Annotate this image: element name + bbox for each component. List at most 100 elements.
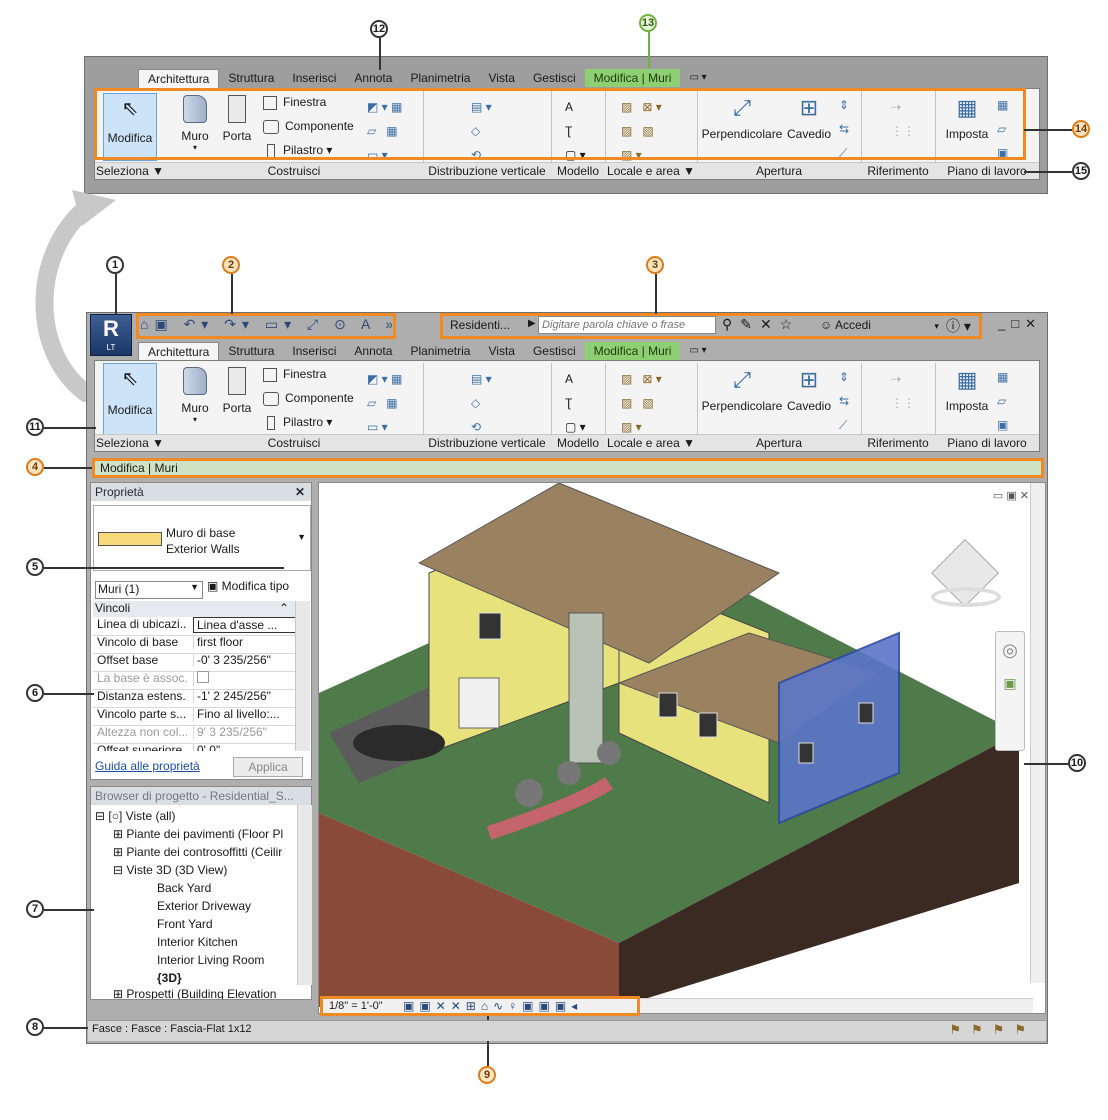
stair-tools[interactable]: ▤ ▾ ◇ ⟲ [471,367,492,439]
opening-tools[interactable]: ⇕ ⇆ ⟋ [839,365,849,437]
room-tools[interactable]: ▨ ⊠ ▾ ▨ ▧ ▨ ▾ [621,367,662,439]
tree-item[interactable]: Interior Kitchen [157,935,238,949]
wall-swatch-icon [98,532,162,546]
prop-row[interactable]: Vincolo di base first floor [93,635,295,654]
panel-locale[interactable]: Locale e area ▼ [605,434,697,451]
perpendicolare-button[interactable]: ⤢ Perpendicolare [701,367,783,413]
prop-row[interactable]: Linea di ubicazi... Linea d'asse ... [93,617,295,636]
roof-tools[interactable]: ◩ ▾ ▦ ▱ ▦ ▭ ▾ [367,367,402,439]
maximize-button[interactable]: □ [1011,316,1025,331]
tree-item[interactable]: ⊟ [○] Viste (all) [95,809,175,823]
tab-architettura[interactable]: Architettura [138,341,220,361]
navigation-bar[interactable]: ◎ ▣ [995,631,1025,751]
tab-inserisci[interactable]: Inserisci [283,69,345,87]
finestra-button[interactable]: Finestra [263,367,326,382]
tab-modifica-muri[interactable]: Modifica | Muri [584,342,681,360]
group-vincoli-label: Vincoli [95,601,131,615]
tab-planimetria[interactable]: Planimetria [401,69,479,87]
prop-row[interactable]: Distanza estens... -1' 2 245/256" [93,689,295,708]
view-control-icons[interactable]: ▣▣✕✕⊞⌂∿♀▣▣▣◂ [403,999,582,1013]
window-controls[interactable]: _□✕ [998,316,1042,332]
prop-row[interactable]: Vincolo parte s... Fino al livello:... [93,707,295,726]
close-button[interactable]: ✕ [1025,316,1042,331]
viewcube-icon[interactable] [931,539,1001,613]
minimize-button[interactable]: _ [998,316,1011,331]
prop-value[interactable]: 0' 0" [193,743,295,751]
properties-pane: Proprietà ✕ Muro di base Exterior Walls ▼… [90,482,312,780]
tree-item[interactable]: ⊞ Piante dei controsoffitti (Ceilir [113,845,282,859]
tree-item[interactable]: ⊞ Prospetti (Building Elevation [113,987,276,999]
porta-button[interactable]: Porta [219,367,255,415]
drawing-area[interactable]: ▭ ▣ ✕ ◎ ▣ [318,482,1046,1014]
vertical-scrollbar[interactable] [1030,483,1045,983]
panel-costruisci: Costruisci [165,434,423,451]
type-selector[interactable]: Muro di base Exterior Walls ▼ [93,505,311,571]
tab-annota[interactable]: Annota [345,69,401,87]
column-icon [267,415,275,430]
tree-item-selected[interactable]: {3D} [157,971,182,985]
prop-value[interactable]: Linea d'asse ... [193,617,295,633]
componente-button[interactable]: Componente [263,391,354,406]
callout-8-leader [44,1027,88,1029]
instance-selector[interactable]: Muri (1) ▼ [95,581,203,599]
edit-type-button[interactable]: ▣ Modifica tipo [207,579,289,593]
prop-value[interactable]: first floor [193,635,295,649]
tree-item[interactable]: ⊞ Piante dei pavimenti (Floor Pl [113,827,283,841]
muro-button[interactable]: Muro ▾ [175,367,215,424]
app-menu-button[interactable]: R LT [90,314,132,356]
prop-value[interactable]: -0' 3 235/256" [193,653,295,667]
tab-inserisci[interactable]: Inserisci [283,342,345,360]
tab-planimetria[interactable]: Planimetria [401,342,479,360]
apply-button[interactable]: Applica [233,757,303,777]
properties-scrollbar[interactable] [295,601,310,751]
panel-seleziona[interactable]: Seleziona ▼ [95,434,165,451]
prop-key: Distanza estens... [97,689,187,703]
callout-13-leader [648,32,650,68]
browser-scrollbar[interactable] [297,805,312,985]
tab-annota[interactable]: Annota [345,342,401,360]
horizontal-scrollbar[interactable] [639,998,1033,1013]
reference-tools[interactable]: ⇢ ⋮⋮ [891,367,915,415]
tab-gestisci[interactable]: Gestisci [524,69,585,87]
tab-vista[interactable]: Vista [479,342,523,360]
prop-row: La base è assoc... [93,671,295,690]
view-scale[interactable]: 1/8" = 1'-0" [329,999,383,1013]
workplane-tools[interactable]: ▦ ▱ ▣ [997,365,1008,437]
panel-seleziona-top[interactable]: Seleziona ▼ [95,162,165,179]
steering-wheel-icon[interactable]: ◎ [996,640,1024,661]
tab-architettura[interactable]: Architettura [138,68,220,88]
prop-value[interactable]: Fino al livello:... [193,707,295,721]
tree-item[interactable]: Back Yard [157,881,211,895]
prop-row[interactable]: Offset base -0' 3 235/256" [93,653,295,672]
tree-item[interactable]: Front Yard [157,917,213,931]
selection-filter-icons[interactable]: ⚑⚑⚑⚑ [949,1022,1036,1038]
callout-15: 15 [1072,162,1090,180]
close-icon[interactable]: ✕ [295,483,305,501]
ribbon-minimize-button[interactable]: ▭ ▾ [680,69,715,87]
panel-distribuzione-top: Distribuzione verticale [423,162,551,179]
ribbon-minimize-button[interactable]: ▭ ▾ [680,342,715,360]
prop-checkbox[interactable] [193,671,295,686]
tree-item[interactable]: Interior Living Room [157,953,264,967]
tree-item[interactable]: ⊟ Viste 3D (3D View) [113,863,227,877]
view-window-controls[interactable]: ▭ ▣ ✕ [993,489,1029,502]
prop-row[interactable]: Offset superiore 0' 0" [93,743,295,751]
tab-struttura[interactable]: Struttura [219,69,283,87]
properties-help-link[interactable]: Guida alle proprietà [95,759,200,773]
tab-vista[interactable]: Vista [479,69,523,87]
zoom-icon[interactable]: ▣ [996,675,1024,692]
pilastro-label: Pilastro [283,415,324,429]
prop-value[interactable]: -1' 2 245/256" [193,689,295,703]
tab-modifica-muri[interactable]: Modifica | Muri [584,69,681,87]
pilastro-button[interactable]: Pilastro ▾ [263,415,332,430]
prop-key: Offset superiore [97,743,183,751]
imposta-button[interactable]: ▦ Imposta [941,367,993,413]
model-tools[interactable]: A Ʈ ▢ ▾ [565,367,586,439]
cavedio-button[interactable]: ⊞ Cavedio [785,367,833,413]
group-vincoli[interactable]: Vincoli ⌃ [93,601,295,617]
panel-locale-top[interactable]: Locale e area ▼ [605,162,697,179]
tab-gestisci[interactable]: Gestisci [524,342,585,360]
modifica-button[interactable]: ⇖ Modifica [103,363,157,435]
tab-struttura[interactable]: Struttura [219,342,283,360]
tree-item[interactable]: Exterior Driveway [157,899,251,913]
